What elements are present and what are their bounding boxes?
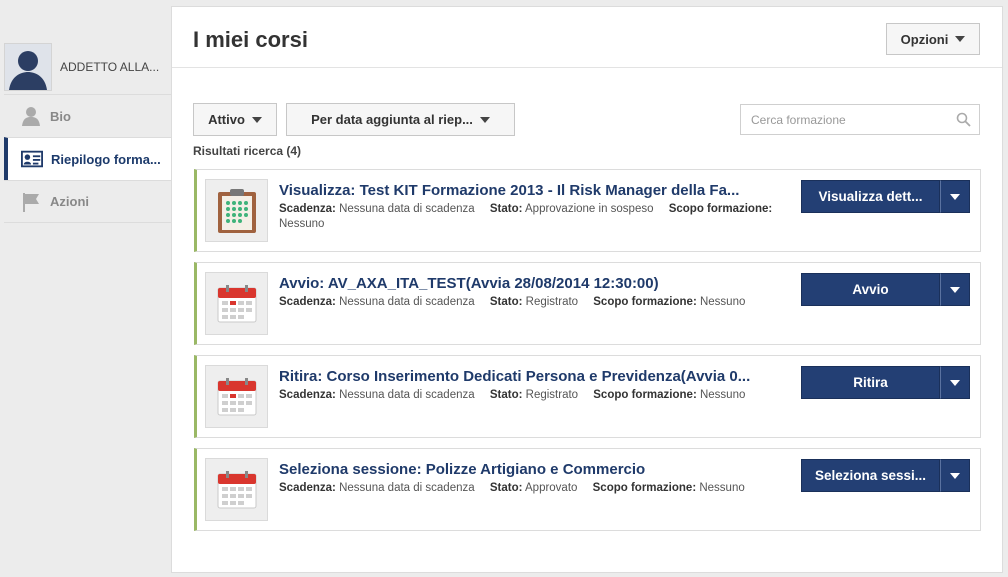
- course-meta: Scadenza: Nessuna data di scadenza Stato…: [274, 295, 774, 310]
- sidebar-item-transcript[interactable]: Riepilogo forma...: [4, 137, 171, 180]
- status-filter-dropdown[interactable]: Attivo: [193, 103, 277, 136]
- scope-label: Scopo formazione:: [592, 482, 697, 494]
- status-filter-label: Attivo: [208, 112, 245, 127]
- calendar-icon: [217, 284, 256, 322]
- course-title[interactable]: Seleziona sessione: Polizze Artigiano e …: [279, 461, 774, 478]
- course-action-split-button: Avvio: [801, 273, 970, 306]
- scope-value: Nessuno: [699, 389, 746, 401]
- chevron-down-icon: [950, 472, 960, 479]
- sidebar-item-label: Riepilogo forma...: [51, 151, 161, 167]
- course-action-split-button: Ritira: [801, 366, 970, 399]
- action-menu-toggle[interactable]: [940, 459, 970, 492]
- chevron-down-icon: [950, 379, 960, 386]
- launch-button[interactable]: Avvio: [801, 273, 940, 306]
- chevron-down-icon: [950, 286, 960, 293]
- select-session-button[interactable]: Seleziona sessi...: [801, 459, 940, 492]
- search-input[interactable]: [751, 112, 946, 127]
- chevron-down-icon: [479, 116, 490, 123]
- status-label: Stato:: [489, 482, 523, 494]
- scope-value: Nessuno: [279, 218, 325, 230]
- sidebar-nav: Bio Riepilogo forma... Azioni: [4, 94, 171, 223]
- sidebar-item-bio[interactable]: Bio: [4, 94, 171, 137]
- action-menu-toggle[interactable]: [940, 273, 970, 306]
- page-header: I miei corsi Opzioni: [172, 7, 1002, 68]
- scope-label: Scopo formazione:: [668, 203, 773, 215]
- status-value: Registrato: [525, 296, 579, 308]
- options-label: Opzioni: [900, 31, 949, 47]
- course-thumbnail: [205, 179, 268, 242]
- flag-icon: [20, 191, 42, 213]
- page-title: I miei corsi: [193, 27, 308, 52]
- due-value: Nessuna data di scadenza: [339, 203, 475, 215]
- results-count: Risultati ricerca (4): [193, 144, 302, 158]
- chevron-down-icon: [955, 36, 966, 42]
- sidebar-item-label: Bio: [50, 108, 71, 124]
- options-button[interactable]: Opzioni: [886, 23, 980, 55]
- status-label: Stato:: [489, 389, 523, 401]
- scope-value: Nessuno: [699, 296, 746, 308]
- course-card: Ritira: Corso Inserimento Dedicati Perso…: [194, 355, 981, 438]
- due-label: Scadenza:: [279, 482, 336, 494]
- due-value: Nessuna data di scadenza: [339, 296, 475, 308]
- withdraw-button[interactable]: Ritira: [801, 366, 940, 399]
- sidebar-item-actions[interactable]: Azioni: [4, 180, 171, 223]
- sort-dropdown[interactable]: Per data aggiunta al riep...: [286, 103, 515, 136]
- main-panel: I miei corsi Opzioni Attivo Per data agg…: [171, 6, 1003, 573]
- action-menu-toggle[interactable]: [940, 366, 970, 399]
- course-title[interactable]: Avvio: AV_AXA_ITA_TEST(Avvia 28/08/2014 …: [279, 275, 774, 292]
- filter-bar: Attivo Per data aggiunta al riep...: [193, 103, 515, 136]
- due-label: Scadenza:: [279, 296, 336, 308]
- chevron-down-icon: [950, 193, 960, 200]
- course-meta: Scadenza: Nessuna data di scadenza Stato…: [274, 388, 774, 403]
- transcript-icon: [21, 148, 43, 170]
- status-label: Stato:: [489, 296, 523, 308]
- due-label: Scadenza:: [279, 389, 336, 401]
- due-value: Nessuna data di scadenza: [339, 389, 475, 401]
- calendar-icon: [217, 470, 256, 508]
- search-icon[interactable]: [956, 112, 971, 132]
- checklist-icon: [217, 188, 256, 233]
- calendar-icon: [217, 377, 256, 415]
- course-thumbnail: [205, 365, 268, 428]
- course-action-split-button: Visualizza dett...: [801, 180, 970, 213]
- sort-label: Per data aggiunta al riep...: [311, 112, 473, 127]
- course-thumbnail: [205, 458, 268, 521]
- scope-value: Nessuno: [699, 482, 745, 494]
- due-value: Nessuna data di scadenza: [339, 482, 475, 494]
- course-meta: Scadenza: Nessuna data di scadenza Stato…: [274, 202, 774, 232]
- course-card: Seleziona sessione: Polizze Artigiano e …: [194, 448, 981, 531]
- user-profile[interactable]: ADDETTO ALLA...: [4, 40, 171, 94]
- course-action-split-button: Seleziona sessi...: [801, 459, 970, 492]
- search-box: [740, 104, 980, 135]
- scope-label: Scopo formazione:: [593, 389, 697, 401]
- due-label: Scadenza:: [279, 203, 336, 215]
- status-value: Registrato: [525, 389, 579, 401]
- course-title[interactable]: Ritira: Corso Inserimento Dedicati Perso…: [279, 368, 774, 385]
- course-thumbnail: [205, 272, 268, 335]
- course-meta: Scadenza: Nessuna data di scadenza Stato…: [274, 481, 774, 496]
- course-card: Avvio: AV_AXA_ITA_TEST(Avvia 28/08/2014 …: [194, 262, 981, 345]
- default-avatar-icon: [5, 44, 51, 90]
- status-value: Approvazione in sospeso: [525, 203, 654, 215]
- sidebar: ADDETTO ALLA... Bio Riepilogo forma... A…: [0, 0, 171, 577]
- course-card: Visualizza: Test KIT Formazione 2013 - I…: [194, 169, 981, 252]
- status-value: Approvato: [525, 482, 578, 494]
- course-list: Visualizza: Test KIT Formazione 2013 - I…: [194, 169, 981, 541]
- avatar: [4, 43, 52, 91]
- course-title[interactable]: Visualizza: Test KIT Formazione 2013 - I…: [279, 182, 774, 199]
- action-menu-toggle[interactable]: [940, 180, 970, 213]
- scope-label: Scopo formazione:: [593, 296, 697, 308]
- view-details-button[interactable]: Visualizza dett...: [801, 180, 940, 213]
- profile-name: ADDETTO ALLA...: [60, 60, 160, 74]
- status-label: Stato:: [489, 203, 523, 215]
- person-icon: [20, 105, 42, 127]
- chevron-down-icon: [251, 116, 262, 123]
- sidebar-item-label: Azioni: [50, 194, 89, 209]
